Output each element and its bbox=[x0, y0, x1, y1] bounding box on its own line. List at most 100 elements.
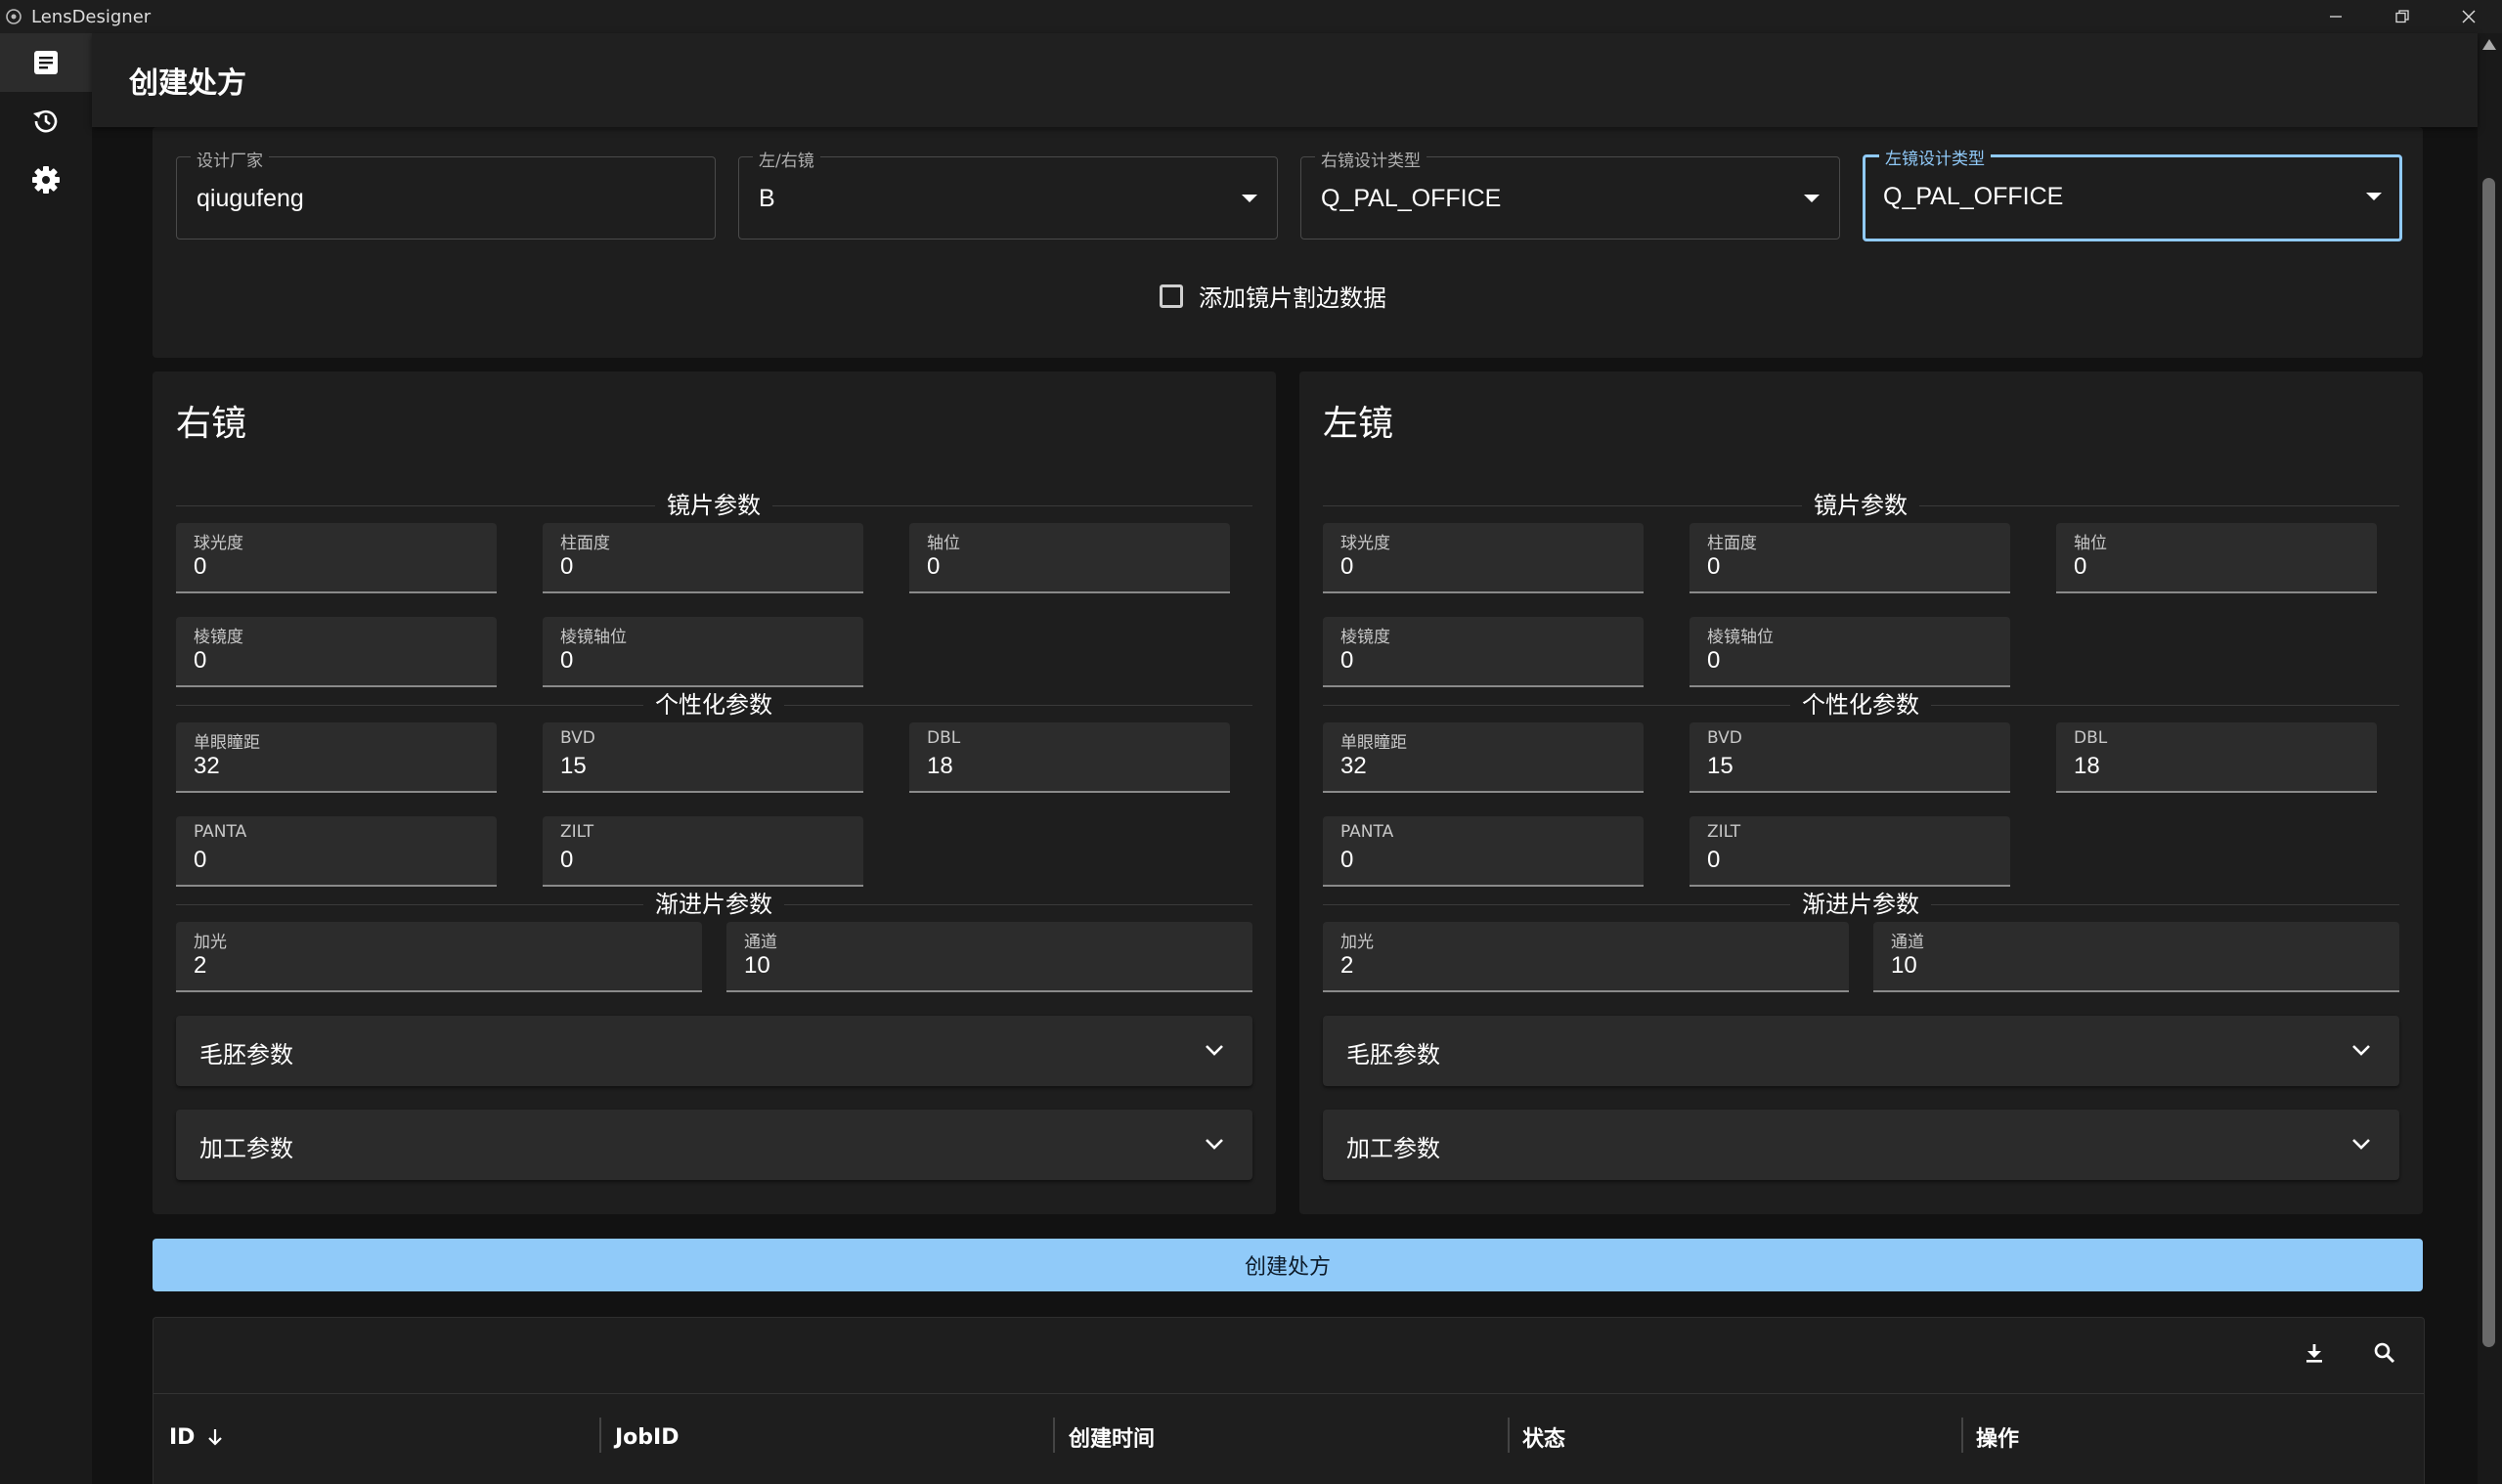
zilt-value: 0 bbox=[560, 847, 574, 873]
column-header-id[interactable]: ID bbox=[169, 1396, 226, 1478]
bvd-field[interactable]: BVD 15 bbox=[1690, 722, 2010, 793]
processing-params-accordion[interactable]: 加工参数 bbox=[1323, 1110, 2399, 1180]
cylinder-label: 柱面度 bbox=[560, 534, 610, 553]
corridor-value: 10 bbox=[1891, 952, 1917, 979]
sidebar-item-prescription[interactable] bbox=[0, 33, 92, 92]
prism-field[interactable]: 棱镜度 0 bbox=[1323, 617, 1644, 687]
column-header-jobid-label: JobID bbox=[615, 1424, 680, 1450]
scroll-thumb[interactable] bbox=[2482, 178, 2495, 1347]
left-lens-panel: 左镜 镜片参数 球光度 0 柱面度 0 轴位 0 棱镜度 0 棱镜轴位 0 个性… bbox=[1299, 371, 2423, 1214]
prism-axis-field[interactable]: 棱镜轴位 0 bbox=[543, 617, 863, 687]
axis-field[interactable]: 轴位 0 bbox=[2056, 523, 2377, 593]
cylinder-field[interactable]: 柱面度 0 bbox=[1690, 523, 2010, 593]
dbl-label: DBL bbox=[2074, 728, 2108, 748]
prism-axis-label: 棱镜轴位 bbox=[1707, 628, 1774, 647]
eye-side-value: B bbox=[759, 185, 775, 212]
zilt-field[interactable]: ZILT 0 bbox=[1690, 816, 2010, 887]
add-field[interactable]: 加光 2 bbox=[176, 922, 702, 992]
right-design-type-select[interactable]: 右镜设计类型 Q_PAL_OFFICE bbox=[1300, 147, 1840, 240]
corridor-label: 通道 bbox=[744, 933, 777, 952]
axis-label: 轴位 bbox=[2074, 534, 2107, 553]
restore-icon bbox=[2395, 10, 2409, 23]
section-label-personal-params: 个性化参数 bbox=[1790, 690, 1931, 720]
column-header-created-time[interactable]: 创建时间 bbox=[1069, 1396, 1155, 1478]
add-value: 2 bbox=[1340, 952, 1354, 979]
column-header-status-label: 状态 bbox=[1522, 1427, 1566, 1452]
title-bar: LensDesigner bbox=[0, 0, 2502, 33]
blank-params-accordion[interactable]: 毛胚参数 bbox=[176, 1016, 1252, 1086]
panta-field[interactable]: PANTA 0 bbox=[1323, 816, 1644, 887]
vertical-scrollbar[interactable] bbox=[2478, 33, 2502, 1484]
left-lens-title: 左镜 bbox=[1323, 404, 1394, 444]
prism-axis-value: 0 bbox=[1707, 647, 1721, 674]
prism-axis-field[interactable]: 棱镜轴位 0 bbox=[1690, 617, 2010, 687]
zilt-label: ZILT bbox=[1707, 822, 1741, 842]
column-header-created-time-label: 创建时间 bbox=[1069, 1427, 1156, 1452]
gear-icon bbox=[32, 166, 60, 194]
pd-field[interactable]: 单眼瞳距 32 bbox=[176, 722, 497, 793]
column-separator[interactable] bbox=[1508, 1418, 1510, 1453]
column-header-jobid[interactable]: JobID bbox=[615, 1396, 680, 1478]
left-design-type-select[interactable]: 左镜设计类型 Q_PAL_OFFICE bbox=[1863, 145, 2402, 241]
blank-params-accordion[interactable]: 毛胚参数 bbox=[1323, 1016, 2399, 1086]
document-icon bbox=[34, 51, 58, 74]
scroll-up-icon[interactable] bbox=[2482, 39, 2496, 50]
cylinder-field[interactable]: 柱面度 0 bbox=[543, 523, 863, 593]
left-design-type-label: 左镜设计类型 bbox=[1879, 145, 1991, 169]
eye-side-label: 左/右镜 bbox=[753, 147, 820, 171]
page-title: 创建处方 bbox=[129, 66, 246, 101]
sphere-value: 0 bbox=[194, 553, 207, 580]
pd-field[interactable]: 单眼瞳距 32 bbox=[1323, 722, 1644, 793]
dbl-label: DBL bbox=[927, 728, 961, 748]
sphere-field[interactable]: 球光度 0 bbox=[176, 523, 497, 593]
search-button[interactable] bbox=[2367, 1335, 2402, 1371]
prism-label: 棱镜度 bbox=[194, 628, 243, 647]
restore-button[interactable] bbox=[2369, 0, 2436, 33]
corridor-field[interactable]: 通道 10 bbox=[726, 922, 1252, 992]
caret-down-icon bbox=[2366, 193, 2382, 200]
pd-label: 单眼瞳距 bbox=[194, 733, 260, 753]
sidebar-item-settings[interactable] bbox=[0, 151, 92, 209]
column-separator[interactable] bbox=[599, 1418, 601, 1453]
column-separator[interactable] bbox=[1053, 1418, 1055, 1453]
pd-value: 32 bbox=[1340, 753, 1367, 779]
processing-params-accordion[interactable]: 加工参数 bbox=[176, 1110, 1252, 1180]
edging-checkbox[interactable] bbox=[1160, 284, 1183, 308]
sphere-field[interactable]: 球光度 0 bbox=[1323, 523, 1644, 593]
create-prescription-button[interactable]: 创建处方 bbox=[153, 1239, 2423, 1291]
edging-checkbox-row[interactable]: 添加镜片割边数据 bbox=[1160, 279, 1386, 313]
column-header-actions[interactable]: 操作 bbox=[1976, 1396, 2019, 1478]
panta-field[interactable]: PANTA 0 bbox=[176, 816, 497, 887]
sidebar-item-history[interactable] bbox=[0, 92, 92, 151]
close-window-button[interactable] bbox=[2436, 0, 2502, 33]
prescription-table: ID JobID 创建时间 状态 操作 bbox=[153, 1317, 2425, 1484]
add-label: 加光 bbox=[194, 933, 227, 952]
blank-params-label: 毛胚参数 bbox=[1346, 1041, 1440, 1069]
eye-side-select[interactable]: 左/右镜 B bbox=[738, 147, 1278, 240]
minimize-button[interactable] bbox=[2303, 0, 2369, 33]
window-title: LensDesigner bbox=[31, 6, 152, 27]
prism-field[interactable]: 棱镜度 0 bbox=[176, 617, 497, 687]
prism-axis-value: 0 bbox=[560, 647, 574, 674]
dbl-field[interactable]: DBL 18 bbox=[909, 722, 1230, 793]
section-label-progressive-params: 渐进片参数 bbox=[643, 890, 784, 919]
corridor-field[interactable]: 通道 10 bbox=[1873, 922, 2399, 992]
axis-field[interactable]: 轴位 0 bbox=[909, 523, 1230, 593]
add-field[interactable]: 加光 2 bbox=[1323, 922, 1849, 992]
download-button[interactable] bbox=[2297, 1335, 2332, 1371]
manufacturer-field[interactable]: 设计厂家 qiugufeng bbox=[176, 147, 716, 240]
table-toolbar-divider bbox=[154, 1393, 2424, 1394]
column-header-status[interactable]: 状态 bbox=[1522, 1396, 1565, 1478]
zilt-field[interactable]: ZILT 0 bbox=[543, 816, 863, 887]
column-separator[interactable] bbox=[1961, 1418, 1963, 1453]
pd-value: 32 bbox=[194, 753, 220, 779]
bvd-field[interactable]: BVD 15 bbox=[543, 722, 863, 793]
corridor-label: 通道 bbox=[1891, 933, 1924, 952]
chevron-down-icon bbox=[2352, 1139, 2370, 1150]
caret-down-icon bbox=[1242, 195, 1257, 202]
app-header: 创建处方 bbox=[92, 33, 2478, 127]
cylinder-value: 0 bbox=[560, 553, 574, 580]
dbl-field[interactable]: DBL 18 bbox=[2056, 722, 2377, 793]
dbl-value: 18 bbox=[2074, 753, 2100, 779]
manufacturer-value: qiugufeng bbox=[197, 185, 304, 212]
